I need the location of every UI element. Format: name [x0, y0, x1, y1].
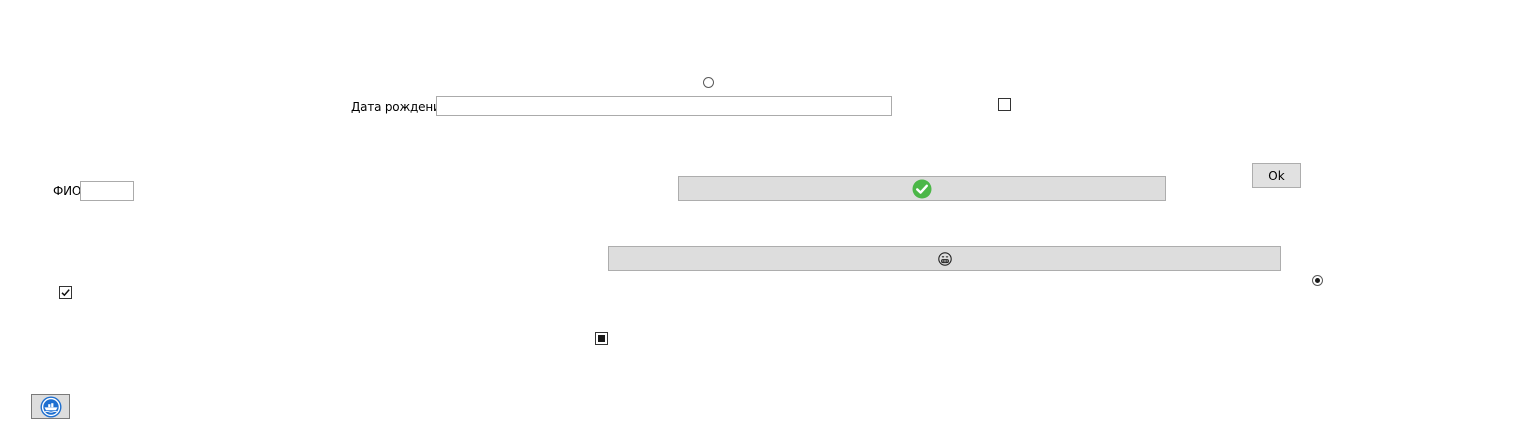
emoji-icon-button[interactable] — [608, 246, 1281, 271]
indeterminate-mark — [598, 335, 605, 342]
full-name-label: ФИО — [53, 184, 82, 198]
ok-button[interactable]: Ok — [1252, 163, 1301, 188]
birth-date-label: Дата рождения — [351, 100, 448, 114]
confirm-icon-button[interactable] — [678, 176, 1166, 201]
checkbox-left[interactable] — [59, 286, 72, 299]
checkbox-top[interactable] — [998, 98, 1011, 111]
birth-date-input[interactable] — [436, 96, 892, 116]
radio-selected-dot — [1315, 278, 1320, 283]
green-checkmark-icon — [912, 179, 932, 199]
ship-logo-icon — [40, 396, 62, 418]
ship-logo-button[interactable] — [31, 394, 70, 419]
radio-button-right[interactable] — [1312, 275, 1323, 286]
grimace-emoji-icon — [937, 251, 952, 266]
full-name-input[interactable] — [80, 181, 134, 201]
checkbox-center[interactable] — [595, 332, 608, 345]
radio-button-top[interactable] — [703, 77, 714, 88]
checkmark-icon — [61, 289, 70, 297]
